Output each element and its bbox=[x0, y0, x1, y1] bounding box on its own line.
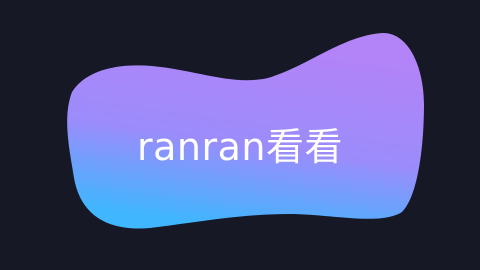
canvas: ranran看看 bbox=[0, 0, 480, 270]
blob-label: ranran看看 bbox=[137, 125, 343, 169]
